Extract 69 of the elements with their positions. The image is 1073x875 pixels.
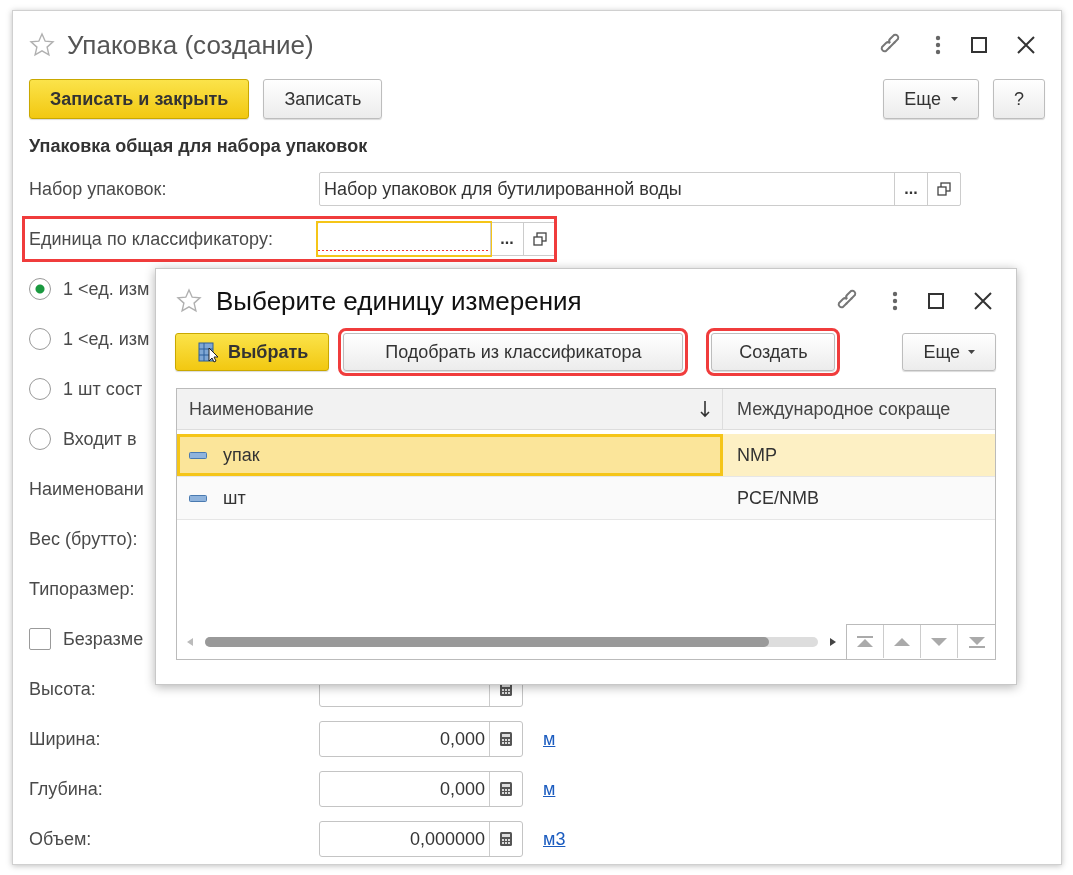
maximize-icon[interactable] bbox=[971, 37, 987, 53]
scroll-left-icon[interactable] bbox=[187, 638, 193, 646]
option-label: 1 <ед. изм bbox=[63, 278, 150, 300]
caret-icon bbox=[951, 97, 958, 101]
maximize-icon[interactable] bbox=[928, 293, 944, 309]
field-label: Высота: bbox=[29, 678, 97, 700]
more-button[interactable]: Еще bbox=[902, 333, 996, 371]
star-icon[interactable] bbox=[29, 32, 55, 58]
option-label: 1 <ед. изм bbox=[63, 328, 150, 350]
table-cell: NMP bbox=[737, 444, 777, 466]
close-icon[interactable] bbox=[1017, 36, 1035, 54]
more-icon[interactable] bbox=[935, 35, 941, 55]
section-title: Упаковка общая для набора упаковок bbox=[29, 135, 369, 158]
more-icon[interactable] bbox=[892, 291, 898, 311]
save-button[interactable]: Записать bbox=[263, 79, 383, 119]
up-arrow-icon bbox=[893, 636, 911, 647]
sort-arrow-icon bbox=[700, 400, 710, 418]
select-button[interactable]: ... bbox=[904, 181, 918, 197]
scroll-right-icon[interactable] bbox=[830, 638, 836, 646]
field-label: Вес (брутто): bbox=[29, 528, 138, 550]
number-field[interactable]: 0,000 bbox=[319, 771, 523, 807]
item-icon bbox=[189, 494, 207, 502]
horizontal-scrollbar[interactable] bbox=[205, 637, 818, 647]
number-field[interactable]: 0,000 bbox=[319, 721, 523, 757]
table-pick-icon bbox=[196, 340, 220, 364]
column-header[interactable]: Наименование bbox=[177, 389, 723, 429]
table-row[interactable]: шт PCE/NMB bbox=[177, 477, 995, 520]
option-label: 1 шт сост bbox=[63, 378, 143, 400]
open-icon bbox=[533, 232, 547, 246]
input-field[interactable]: ... bbox=[317, 222, 557, 256]
unit-link[interactable]: м3 bbox=[543, 828, 566, 850]
checkbox-label: Безразме bbox=[63, 628, 144, 650]
calculator-icon bbox=[499, 831, 513, 847]
number-field[interactable]: 0,000000 bbox=[319, 821, 523, 857]
table-cell: шт bbox=[223, 487, 246, 509]
option-label: Входит в bbox=[63, 428, 137, 450]
dialog-title: Выберите единицу измерения bbox=[216, 285, 583, 317]
field-label: Единица по классификатору: bbox=[29, 228, 274, 250]
table-cell: упак bbox=[223, 444, 260, 466]
help-button[interactable]: ? bbox=[993, 79, 1045, 119]
item-icon bbox=[189, 451, 207, 459]
down-arrow-icon bbox=[930, 636, 948, 647]
select-button[interactable]: ... bbox=[500, 231, 514, 247]
close-icon[interactable] bbox=[974, 292, 992, 310]
open-icon bbox=[937, 182, 951, 196]
field-label: Ширина: bbox=[29, 728, 102, 750]
last-arrow-icon bbox=[967, 635, 986, 648]
window-title: Упаковка (создание) bbox=[67, 29, 315, 61]
unit-link[interactable]: м bbox=[543, 778, 556, 800]
column-header[interactable]: Международное сокраще bbox=[723, 389, 995, 429]
field-label: Набор упаковок: bbox=[29, 178, 168, 200]
table-cell: PCE/NMB bbox=[737, 487, 819, 509]
checkbox[interactable] bbox=[29, 628, 51, 650]
first-arrow-icon bbox=[856, 635, 874, 648]
choose-button[interactable]: Выбрать bbox=[175, 333, 330, 371]
field-label: Наименовани bbox=[29, 478, 144, 500]
star-icon[interactable] bbox=[176, 288, 202, 314]
radio-button[interactable] bbox=[29, 278, 51, 300]
input-field[interactable]: Набор упаковок для бутилированной воды ... bbox=[319, 172, 961, 206]
field-label: Объем: bbox=[29, 828, 93, 850]
save-close-button[interactable]: Записать и закрыть bbox=[29, 79, 250, 119]
table-row[interactable]: упак NMP bbox=[177, 434, 995, 477]
unit-link[interactable]: м bbox=[543, 728, 556, 750]
field-label: Глубина: bbox=[29, 778, 104, 800]
calculator-icon bbox=[499, 781, 513, 797]
more-button[interactable]: Еще bbox=[883, 79, 979, 119]
calculator-icon bbox=[499, 731, 513, 747]
field-label: Типоразмер: bbox=[29, 578, 135, 600]
caret-icon bbox=[968, 350, 975, 354]
